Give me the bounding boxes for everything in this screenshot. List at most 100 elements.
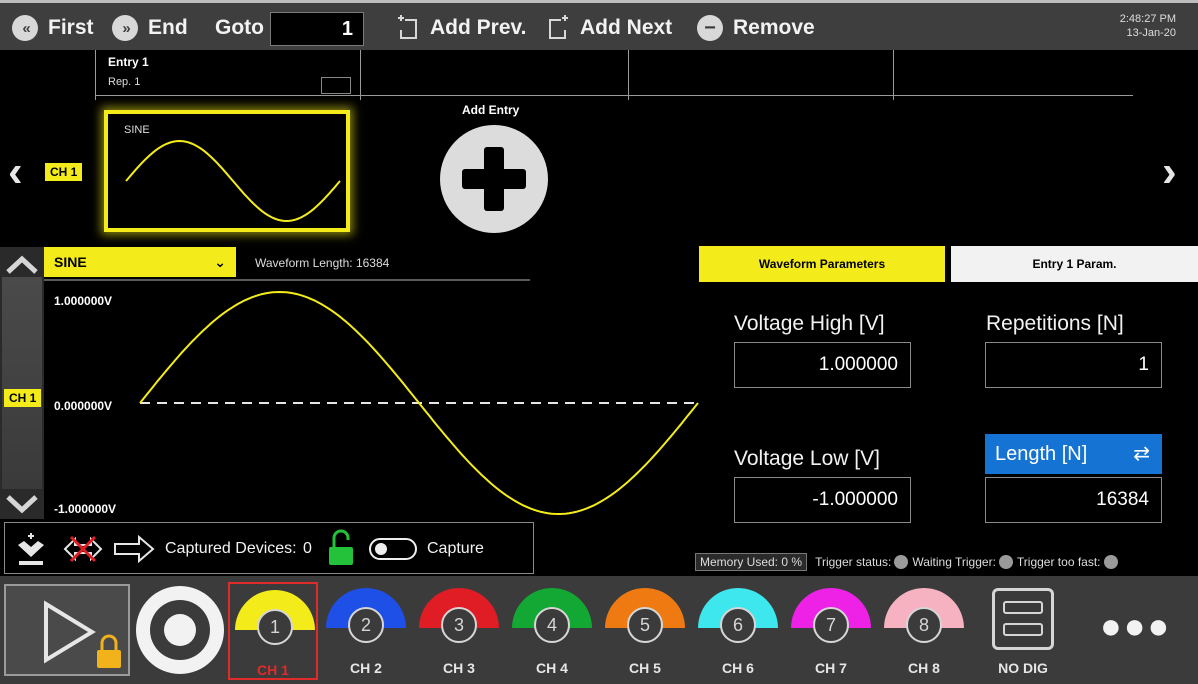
first-label: First <box>48 16 94 39</box>
add-next-icon <box>549 15 568 39</box>
next-entry-arrow-icon[interactable]: › <box>1162 150 1177 194</box>
status-line: Memory Used: 0 % Trigger status: Waiting… <box>695 551 1198 573</box>
tab-waveform-parameters[interactable]: Waveform Parameters <box>699 246 945 282</box>
first-button[interactable]: « First <box>12 11 94 45</box>
memory-label: Memory Used: <box>700 555 779 569</box>
add-prev-label: Add Prev. <box>430 16 527 39</box>
repetitions-field[interactable]: 1 <box>985 342 1162 388</box>
digital-icon-bar <box>1003 601 1043 614</box>
add-next-button[interactable]: Add Next <box>546 11 672 45</box>
goto-label: Goto <box>215 11 264 45</box>
rewind-icon: « <box>12 15 38 41</box>
waveform-type-select[interactable]: SINE ⌄ <box>44 247 236 277</box>
length-unit-toggle[interactable]: Length [N] ⇄ <box>985 434 1162 474</box>
voltage-low-field[interactable]: -1.000000 <box>734 477 911 523</box>
channel-button-6[interactable]: 6 CH 6 <box>693 582 783 680</box>
end-label: End <box>148 16 188 39</box>
goto-text: Goto <box>215 16 264 39</box>
channel-number: 2 <box>348 607 384 643</box>
scroll-up-icon[interactable] <box>6 255 38 275</box>
voltage-low-label: Voltage Low [V] <box>734 447 880 470</box>
waveform-length-label: Waveform Length: <box>255 256 353 270</box>
no-dig-label: NO DIG <box>998 660 1048 676</box>
channel-number: 3 <box>441 607 477 643</box>
divider <box>95 95 360 96</box>
channel-number: 7 <box>813 607 849 643</box>
toggle-knob <box>375 543 387 555</box>
lock-icon <box>97 634 121 668</box>
goto-input[interactable]: 1 <box>270 12 364 46</box>
add-entry-label: Add Entry <box>462 103 520 117</box>
fast-forward-icon: » <box>112 15 138 41</box>
channel-name: CH 7 <box>815 660 847 676</box>
channel-number: 1 <box>257 609 293 645</box>
divider <box>893 50 894 100</box>
arrow-right-icon[interactable] <box>113 535 157 563</box>
channel-button-4[interactable]: 4 CH 4 <box>507 582 597 680</box>
sequence-strip: Entry 1 Rep. 1 ‹ CH 1 SINE Add Entry › <box>0 50 1198 244</box>
capture-toggle[interactable] <box>369 538 417 560</box>
clock-time: 2:48:27 PM <box>1119 13 1176 25</box>
entry-rep: Rep. 1 <box>108 76 141 88</box>
device-capture-icon[interactable] <box>13 531 49 567</box>
end-button[interactable]: » End <box>112 11 188 45</box>
vertical-scroll[interactable] <box>0 247 44 519</box>
more-options-icon[interactable]: ●●● <box>1100 608 1171 644</box>
scroll-track <box>2 277 42 489</box>
capture-label: Capture <box>427 540 484 557</box>
channel-button-5[interactable]: 5 CH 5 <box>600 582 690 680</box>
channel-name: CH 5 <box>629 660 661 676</box>
trigger-status-led-icon <box>894 555 909 569</box>
clock: 2:48:27 PM 13-Jan-20 <box>1120 12 1176 40</box>
entry-rep-box[interactable] <box>321 77 351 94</box>
channel-name: CH 2 <box>350 660 382 676</box>
waveform-length-value: 16384 <box>355 256 390 270</box>
channel-button-1[interactable]: 1 CH 1 <box>228 582 318 680</box>
trigger-too-fast-led-icon <box>1103 555 1118 569</box>
memory-value: 0 % <box>781 555 803 569</box>
divider <box>628 50 629 100</box>
captured-devices-count: 0 <box>303 540 312 557</box>
repetitions-label: Repetitions [N] <box>986 312 1124 335</box>
divider <box>44 279 530 281</box>
editor-channel-badge: CH 1 <box>4 389 42 407</box>
length-field[interactable]: 16384 <box>985 477 1162 523</box>
channel-button-7[interactable]: 7 CH 7 <box>786 582 876 680</box>
unlock-icon[interactable] <box>327 529 355 569</box>
sequence-channel-badge: CH 1 <box>45 163 83 181</box>
add-prev-icon <box>398 15 417 39</box>
scroll-down-icon[interactable] <box>6 494 38 514</box>
waveform-plot[interactable] <box>44 282 700 522</box>
bottom-bar: 1 CH 1 2 CH 2 3 CH 3 4 CH 4 5 CH 5 6 CH 6 7 CH 7 8 CH 8… <box>0 576 1198 684</box>
entry-card[interactable]: SINE <box>104 110 350 232</box>
add-prev-button[interactable]: Add Prev. <box>396 11 526 45</box>
run-button[interactable] <box>4 584 130 676</box>
stop-icon <box>164 614 196 646</box>
plus-icon <box>462 169 526 189</box>
disconnect-icon[interactable] <box>61 533 105 565</box>
channel-number: 8 <box>906 607 942 643</box>
prev-entry-arrow-icon[interactable]: ‹ <box>8 150 23 194</box>
stop-button[interactable] <box>136 586 224 674</box>
length-label: Length [N] <box>995 443 1088 465</box>
tab-entry-param[interactable]: Entry 1 Param. <box>951 246 1198 282</box>
channel-button-8[interactable]: 8 CH 8 <box>879 582 969 680</box>
trigger-status-label: Trigger status: <box>815 555 892 569</box>
chevron-down-icon: ⌄ <box>214 254 226 270</box>
channel-name: CH 4 <box>536 660 568 676</box>
channel-name: CH 1 <box>257 662 289 678</box>
remove-label: Remove <box>733 16 815 39</box>
channel-button-2[interactable]: 2 CH 2 <box>321 582 411 680</box>
divider <box>360 95 628 96</box>
channel-button-3[interactable]: 3 CH 3 <box>414 582 504 680</box>
play-icon <box>44 600 96 664</box>
no-dig-button[interactable]: NO DIG <box>978 582 1068 680</box>
channel-name: CH 8 <box>908 660 940 676</box>
remove-button[interactable]: − Remove <box>697 11 815 45</box>
add-entry-button[interactable] <box>440 125 548 233</box>
channel-name: CH 3 <box>443 660 475 676</box>
waveform-length: Waveform Length: 16384 <box>255 256 389 270</box>
add-next-label: Add Next <box>580 16 673 39</box>
voltage-high-field[interactable]: 1.000000 <box>734 342 911 388</box>
capture-bar: Captured Devices: 0 Capture <box>4 522 534 574</box>
